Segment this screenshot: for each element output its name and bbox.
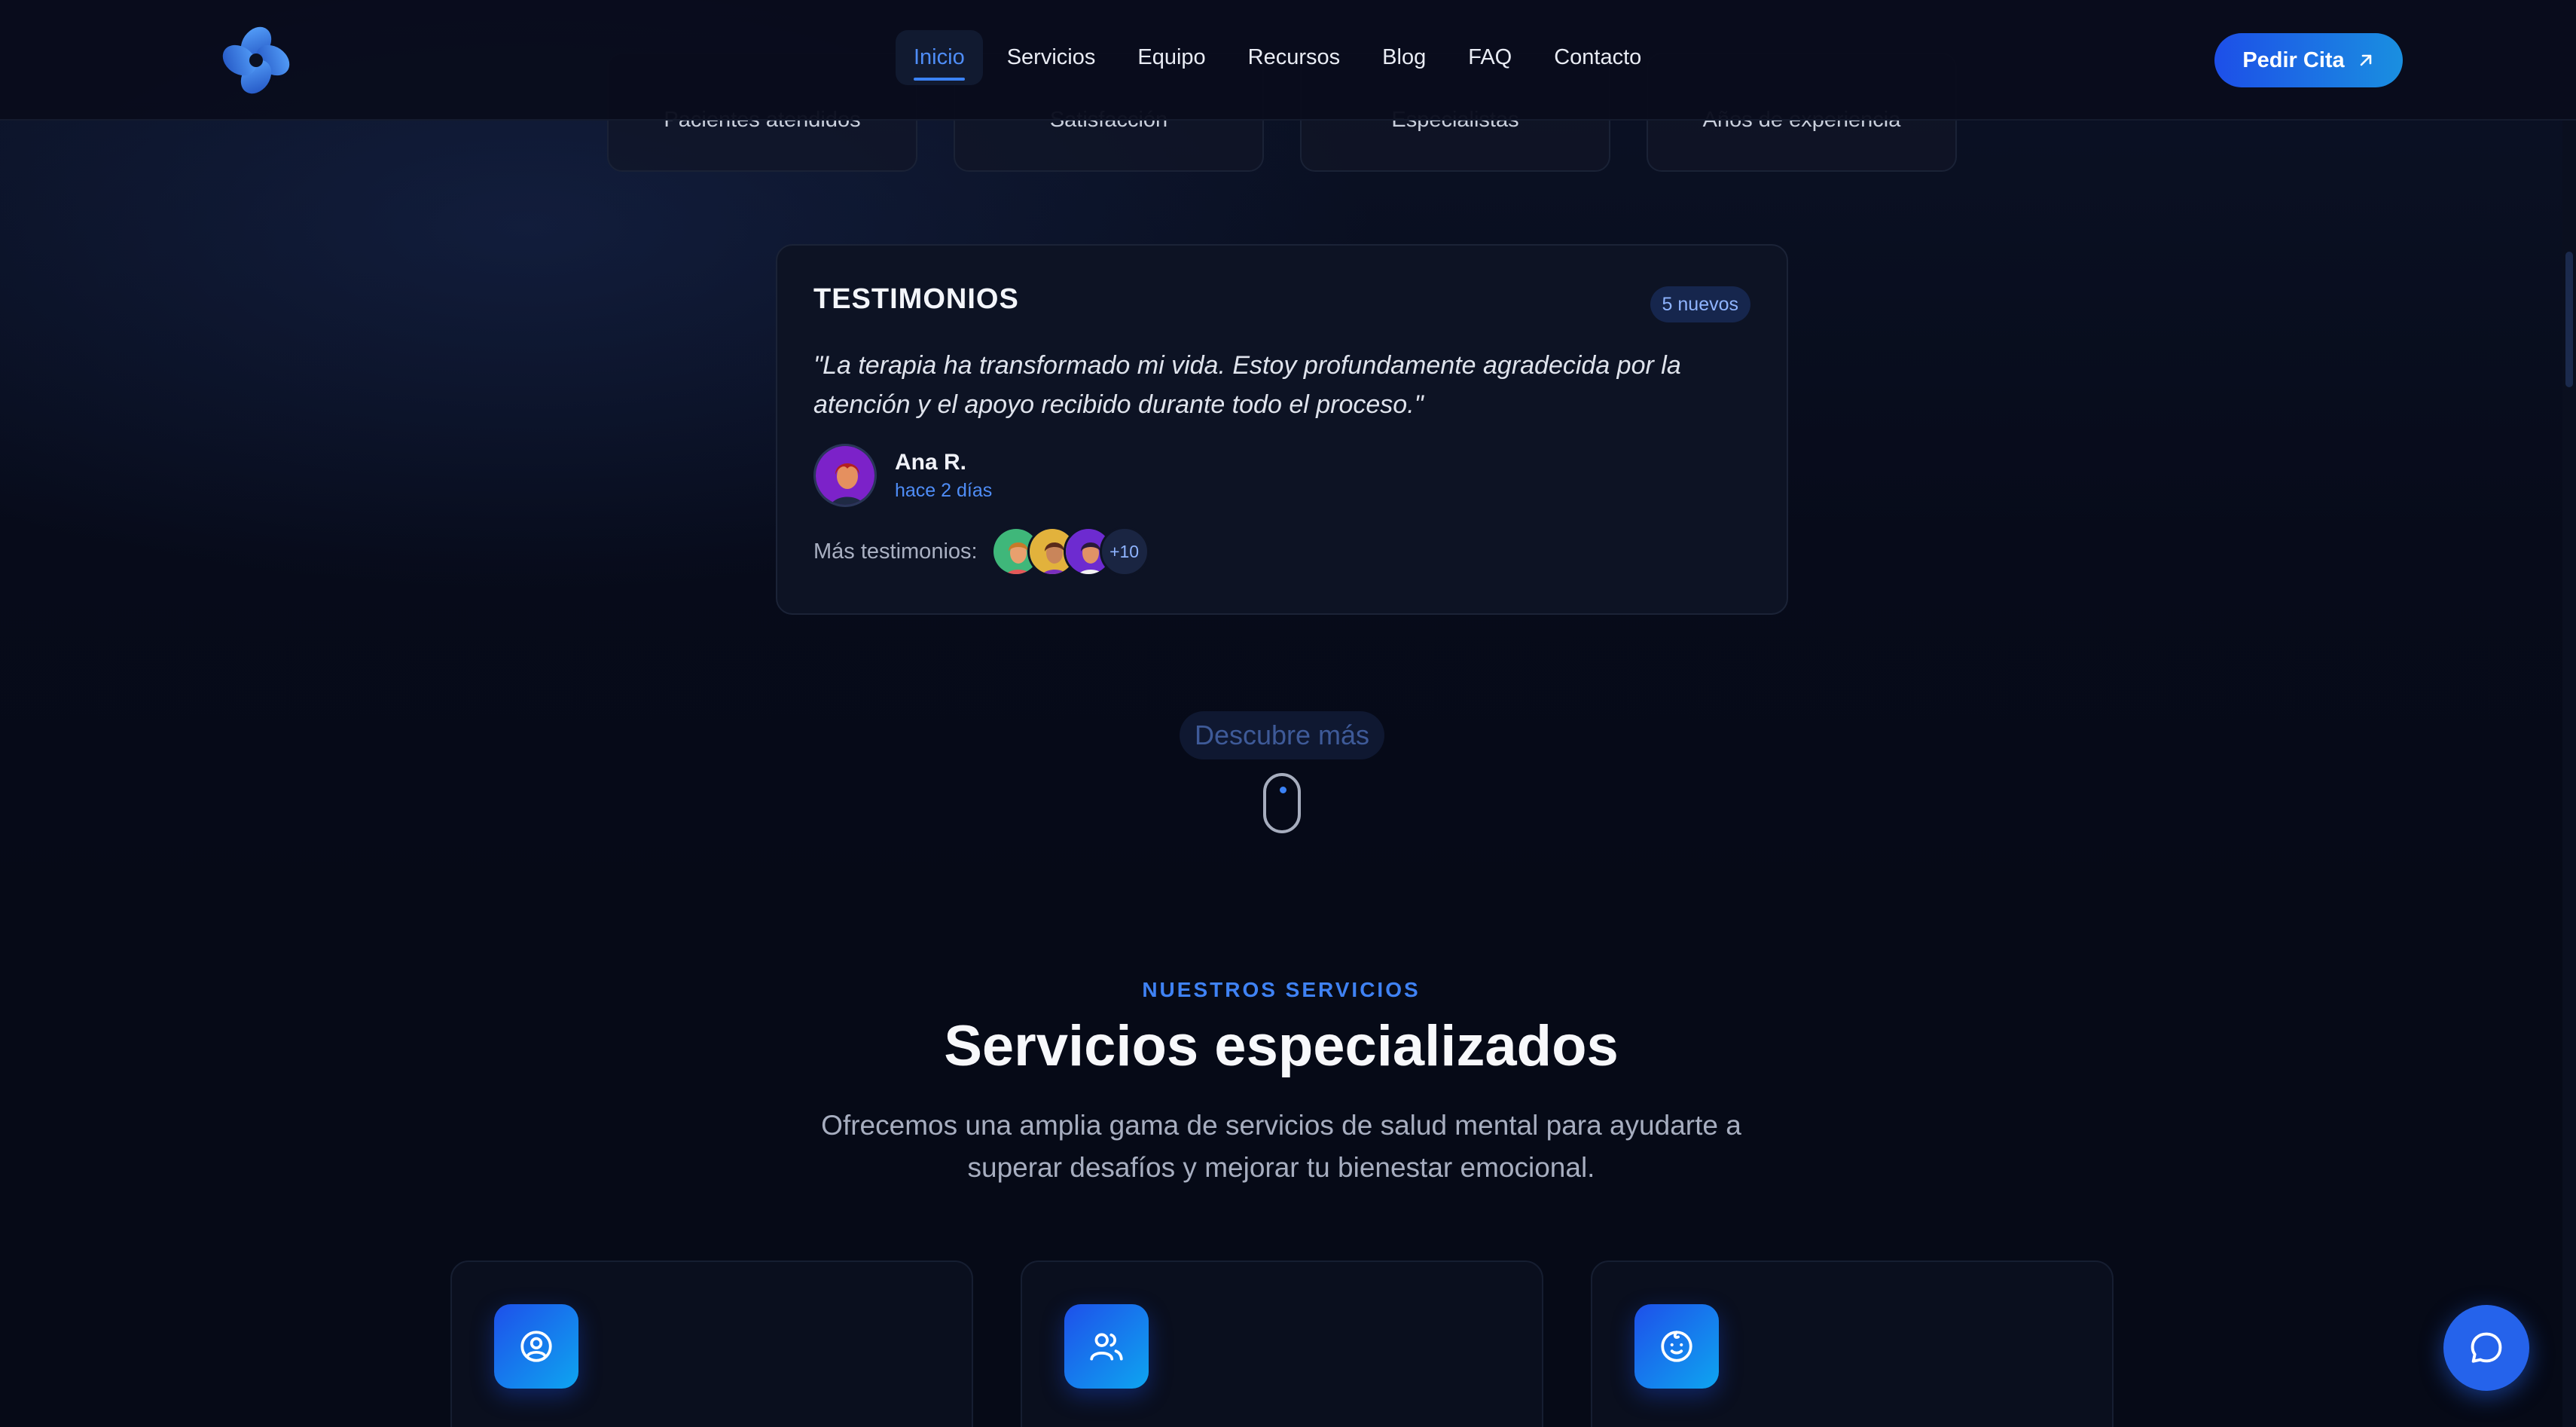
service-icon-badge: [1064, 1304, 1149, 1389]
main-nav: Inicio Servicios Equipo Recursos Blog FA…: [896, 30, 1665, 85]
testimonial-quote: "La terapia ha transformado mi vida. Est…: [813, 351, 1681, 419]
new-testimonials-badge: 5 nuevos: [1650, 286, 1750, 322]
author-name: Ana R.: [895, 449, 967, 475]
nav-item-inicio[interactable]: Inicio: [896, 30, 983, 85]
scroll-mouse-icon: [1263, 773, 1301, 833]
testimonials-title: TESTIMONIOS: [813, 283, 1019, 315]
chat-bubble-icon: [2471, 1332, 2502, 1363]
nav-item-contacto[interactable]: Contacto: [1536, 30, 1659, 85]
services-title: Servicios especializados: [944, 1014, 1619, 1078]
users-icon: [1090, 1333, 1123, 1361]
nav-item-recursos[interactable]: Recursos: [1230, 30, 1359, 85]
chat-button[interactable]: [2443, 1305, 2529, 1391]
mouse-wheel-dot: [1280, 787, 1286, 793]
more-testimonials-label: Más testimonios:: [813, 539, 978, 564]
avatar: [813, 444, 877, 507]
service-card-individual[interactable]: [450, 1260, 973, 1427]
logo-icon: [222, 26, 290, 94]
discover-more-pill[interactable]: Descubre más: [1180, 711, 1384, 759]
nav-item-servicios[interactable]: Servicios: [989, 30, 1114, 85]
user-circle-icon: [520, 1331, 552, 1362]
more-count-badge[interactable]: +10: [1099, 527, 1149, 576]
logo[interactable]: [218, 23, 294, 98]
author-info: Ana R. hace 2 días: [895, 450, 992, 502]
nav-item-faq[interactable]: FAQ: [1450, 30, 1530, 85]
nav-item-equipo[interactable]: Equipo: [1119, 30, 1223, 85]
more-testimonials: Más testimonios: +10: [813, 527, 1750, 576]
nav-item-blog[interactable]: Blog: [1364, 30, 1444, 85]
scrollbar[interactable]: [2562, 121, 2576, 1427]
scrollbar-thumb[interactable]: [2565, 252, 2573, 387]
services-description: Ofrecemos una amplia gama de servicios d…: [821, 1110, 1741, 1183]
arrow-up-right-icon: [2360, 54, 2371, 66]
baby-face-icon: [1661, 1331, 1692, 1362]
service-card-children[interactable]: [1591, 1260, 2114, 1427]
testimonial-author: Ana R. hace 2 días: [813, 444, 1750, 507]
service-icon-badge: [494, 1304, 578, 1389]
testimonials-card: TESTIMONIOS 5 nuevos "La terapia ha tran…: [776, 244, 1788, 615]
author-avatar-icon: [816, 446, 874, 505]
site-header: Inicio Servicios Equipo Recursos Blog FA…: [0, 0, 2576, 121]
service-icon-badge: [1634, 1304, 1719, 1389]
book-appointment-button[interactable]: Pedir Cita: [2214, 33, 2403, 87]
services-eyebrow: NUESTROS SERVICIOS: [1142, 978, 1421, 1001]
cta-label: Pedir Cita: [2242, 47, 2345, 72]
author-time: hace 2 días: [895, 479, 993, 501]
service-card-group[interactable]: [1021, 1260, 1543, 1427]
